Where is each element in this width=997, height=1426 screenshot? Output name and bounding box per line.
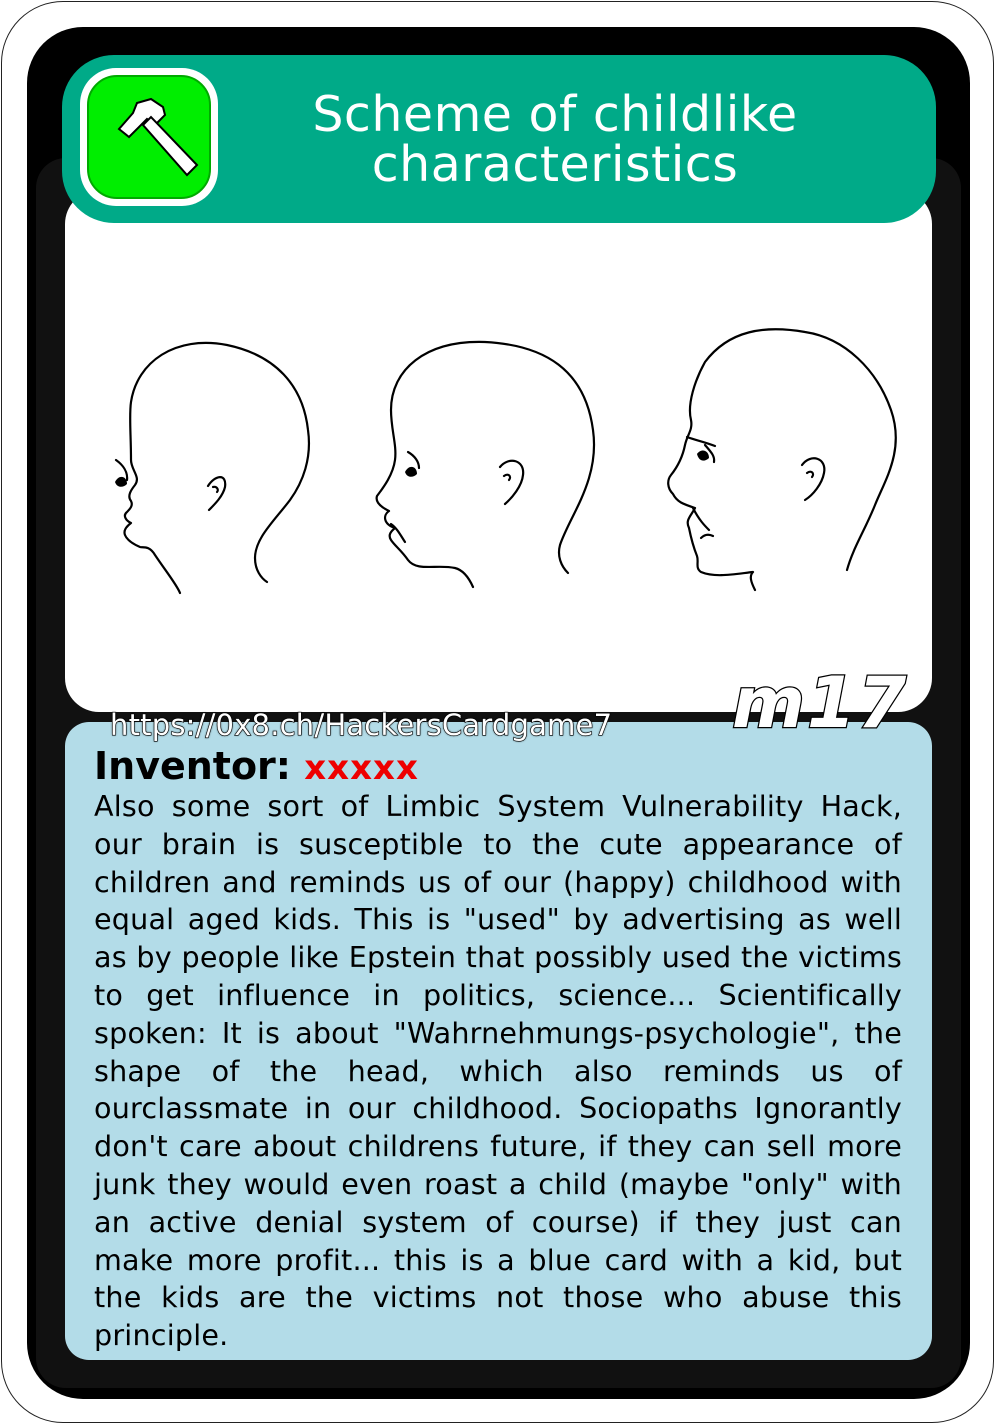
child-head-profile xyxy=(114,341,310,595)
card-title: Scheme of childlike characteristics xyxy=(312,86,798,193)
teen-eye xyxy=(405,466,417,477)
card-code: m17 xyxy=(731,661,909,746)
head-profiles-illustration xyxy=(114,328,897,595)
inventor-line: Inventor: xxxxx xyxy=(94,744,419,788)
teen-head-profile xyxy=(375,340,596,589)
inventor-label: Inventor: xyxy=(94,744,291,788)
inventor-name: xxxxx xyxy=(304,748,419,788)
hammer-icon xyxy=(117,97,199,177)
child-eye xyxy=(115,476,127,487)
card-description: Also some sort of Limbic System Vulnerab… xyxy=(94,789,902,1353)
card-url[interactable]: https://0x8.ch/HackersCardgame7 xyxy=(109,707,612,742)
adult-eye xyxy=(697,450,709,461)
illustration-panel xyxy=(65,190,932,712)
card-category-badge xyxy=(80,68,218,206)
